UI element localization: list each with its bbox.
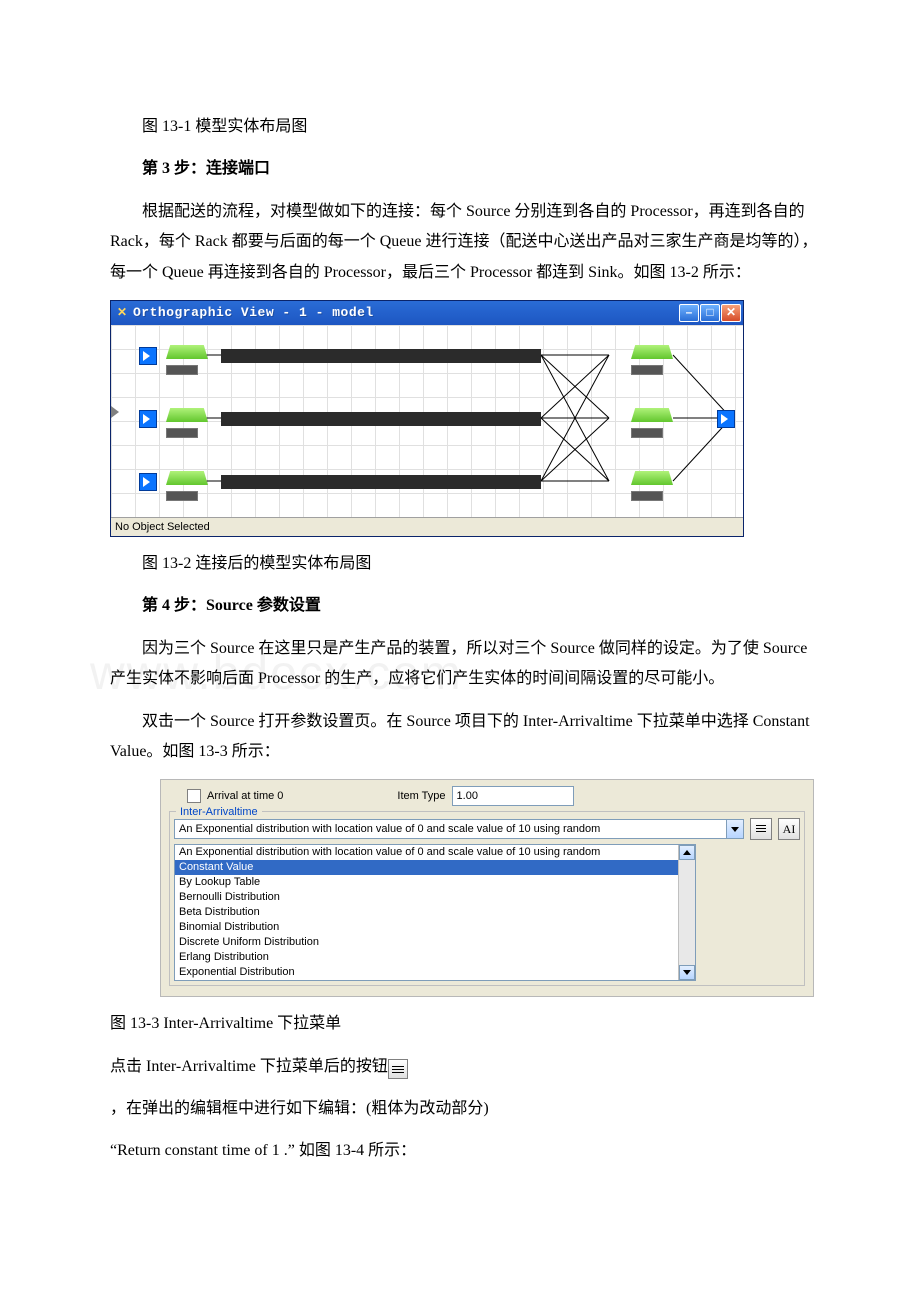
figure-parameter-panel: Arrival at time 0 Item Type 1.00 Inter-A… bbox=[160, 779, 820, 997]
text-button[interactable]: AI bbox=[778, 818, 800, 840]
caption-fig-13-2: 图 13-2 连接后的模型实体布局图 bbox=[110, 549, 820, 579]
source[interactable] bbox=[139, 347, 157, 365]
chevron-down-icon[interactable] bbox=[726, 820, 743, 838]
group-inter-arrivaltime: Inter-Arrivaltime An Exponential distrib… bbox=[169, 811, 805, 986]
rack[interactable] bbox=[221, 412, 541, 426]
list-item[interactable]: Exponential Distribution bbox=[175, 965, 695, 980]
paragraph-step3: 根据配送的流程，对模型做如下的连接：每个 Source 分别连到各自的 Proc… bbox=[110, 197, 820, 288]
window-orthographic-view: ✕ Orthographic View - 1 - model – □ ✕ bbox=[110, 300, 744, 537]
titlebar[interactable]: ✕ Orthographic View - 1 - model – □ ✕ bbox=[111, 301, 743, 325]
list-item[interactable]: Beta Distribution bbox=[175, 905, 695, 920]
queue[interactable] bbox=[631, 491, 663, 501]
heading-step-4: 第 4 步：Source 参数设置 bbox=[110, 591, 820, 621]
close-button[interactable]: ✕ bbox=[721, 304, 741, 322]
source[interactable] bbox=[139, 410, 157, 428]
paragraph-return-value: “Return constant time of 1 .” 如图 13-4 所示… bbox=[110, 1136, 820, 1166]
label-item-type: Item Type bbox=[397, 788, 445, 806]
inline-edit-script-button[interactable] bbox=[388, 1059, 408, 1079]
queue[interactable] bbox=[166, 365, 198, 375]
window-title: Orthographic View - 1 - model bbox=[133, 303, 679, 324]
paragraph-click-button: 点击 Inter-Arrivaltime 下拉菜单后的按钮 bbox=[110, 1052, 820, 1082]
rack[interactable] bbox=[221, 349, 541, 363]
list-item[interactable]: Binomial Distribution bbox=[175, 920, 695, 935]
sink[interactable] bbox=[717, 410, 735, 428]
processor[interactable] bbox=[166, 345, 208, 359]
list-item-selected[interactable]: Constant Value bbox=[175, 860, 695, 875]
processor[interactable] bbox=[166, 471, 208, 485]
window-canvas[interactable] bbox=[111, 325, 743, 517]
list-item[interactable]: An Exponential distribution with locatio… bbox=[175, 845, 695, 860]
queue[interactable] bbox=[166, 491, 198, 501]
combobox-inter-arrivaltime[interactable]: An Exponential distribution with locatio… bbox=[174, 819, 744, 839]
edit-script-button[interactable] bbox=[750, 818, 772, 840]
processor[interactable] bbox=[631, 471, 673, 485]
source[interactable] bbox=[139, 473, 157, 491]
rack[interactable] bbox=[221, 475, 541, 489]
scrollbar[interactable] bbox=[678, 845, 695, 980]
scroll-up-button[interactable] bbox=[679, 845, 695, 860]
queue[interactable] bbox=[631, 428, 663, 438]
combobox-value: An Exponential distribution with locatio… bbox=[179, 821, 600, 839]
list-item[interactable]: By Lookup Table bbox=[175, 875, 695, 890]
input-item-type[interactable]: 1.00 bbox=[452, 786, 574, 806]
figure-orthographic-view: ✕ Orthographic View - 1 - model – □ ✕ bbox=[110, 300, 820, 537]
processor[interactable] bbox=[166, 408, 208, 422]
app-icon: ✕ bbox=[115, 306, 129, 320]
heading-step-3: 第 3 步：连接端口 bbox=[110, 154, 820, 184]
processor[interactable] bbox=[631, 345, 673, 359]
scroll-down-button[interactable] bbox=[679, 965, 695, 980]
label-arrival-time-0: Arrival at time 0 bbox=[207, 788, 283, 806]
minimize-button[interactable]: – bbox=[679, 304, 699, 322]
list-item[interactable]: Bernoulli Distribution bbox=[175, 890, 695, 905]
caption-fig-13-3: 图 13-3 Inter-Arrivaltime 下拉菜单 bbox=[110, 1009, 820, 1039]
maximize-button[interactable]: □ bbox=[700, 304, 720, 322]
listbox-distribution[interactable]: An Exponential distribution with locatio… bbox=[174, 844, 696, 981]
list-icon bbox=[755, 823, 767, 835]
queue[interactable] bbox=[166, 428, 198, 438]
drag-handle[interactable] bbox=[111, 325, 119, 499]
checkbox-arrival-time-0[interactable] bbox=[187, 789, 201, 803]
paragraph-step4-a: 因为三个 Source 在这里只是产生产品的装置，所以对三个 Source 做同… bbox=[110, 634, 820, 695]
list-item[interactable]: Discrete Uniform Distribution bbox=[175, 935, 695, 950]
paragraph-edit-note: ，在弹出的编辑框中进行如下编辑：(粗体为改动部分) bbox=[110, 1094, 820, 1124]
paragraph-step4-b: 双击一个 Source 打开参数设置页。在 Source 项目下的 Inter-… bbox=[110, 707, 820, 768]
list-item[interactable]: Erlang Distribution bbox=[175, 950, 695, 965]
queue[interactable] bbox=[631, 365, 663, 375]
source-parameter-panel: Arrival at time 0 Item Type 1.00 Inter-A… bbox=[160, 779, 814, 997]
status-bar: No Object Selected bbox=[111, 517, 743, 536]
caption-fig-13-1: 图 13-1 模型实体布局图 bbox=[110, 112, 820, 142]
processor[interactable] bbox=[631, 408, 673, 422]
